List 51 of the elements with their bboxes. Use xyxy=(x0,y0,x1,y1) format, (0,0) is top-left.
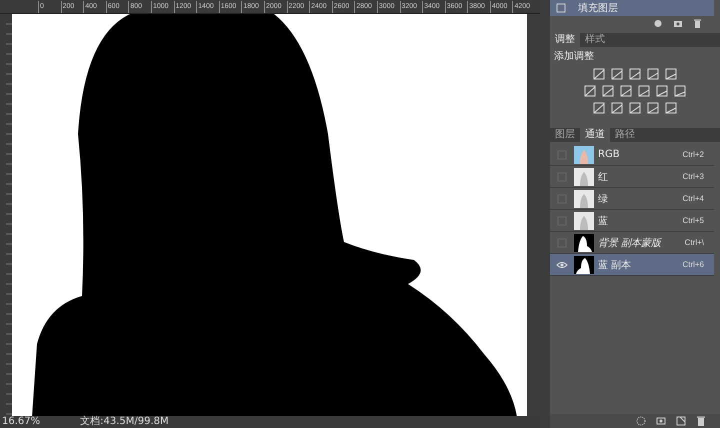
keyboard-shortcut: Ctrl+3 xyxy=(682,172,705,181)
adjustment-icon[interactable] xyxy=(638,85,650,97)
layer-row[interactable]: 填充图层 xyxy=(550,0,714,16)
channel-name: 蓝 副本 xyxy=(598,258,632,272)
channel-row[interactable]: 绿 Ctrl+4 xyxy=(550,188,714,210)
keyboard-shortcut: Ctrl+5 xyxy=(682,216,705,225)
panel-tab[interactable]: 图层 xyxy=(550,128,580,142)
panel-tab[interactable]: 通道 xyxy=(580,128,610,142)
panel-tab[interactable]: 调整 xyxy=(550,33,580,47)
adjustment-icon[interactable] xyxy=(593,102,605,114)
adjustment-icon[interactable] xyxy=(611,102,623,114)
channel-row[interactable]: 背景 副本蒙版 Ctrl+\ xyxy=(550,232,714,254)
eye-icon[interactable] xyxy=(556,260,568,270)
dotted-circle-icon[interactable] xyxy=(636,416,646,426)
adjustment-icon[interactable] xyxy=(620,85,632,97)
adjustment-icon[interactable] xyxy=(665,68,677,80)
keyboard-shortcut: Ctrl+\ xyxy=(684,238,705,247)
layer-thumbnail-icon xyxy=(556,3,566,13)
channel-name: 绿 xyxy=(598,192,609,206)
keyboard-shortcut: Ctrl+4 xyxy=(682,194,705,203)
channel-name: 背景 副本蒙版 xyxy=(598,236,663,250)
adjustment-icon[interactable] xyxy=(647,102,659,114)
channel-name: 蓝 xyxy=(598,214,609,228)
channel-name: 红 xyxy=(598,170,609,184)
panel-tab[interactable]: 样式 xyxy=(580,33,610,47)
adjustment-icon[interactable] xyxy=(593,68,605,80)
channel-row[interactable]: 蓝 副本 Ctrl+6 xyxy=(550,254,714,276)
trash-icon[interactable] xyxy=(696,416,706,426)
adjustment-icon[interactable] xyxy=(629,68,641,80)
document-size: 文档:43.5M/99.8M xyxy=(80,416,169,428)
adjustment-icon[interactable] xyxy=(629,102,641,114)
channel-row[interactable]: RGB Ctrl+2 xyxy=(550,144,714,166)
adjustment-icon[interactable] xyxy=(674,85,686,97)
panel-tab[interactable]: 路径 xyxy=(610,128,640,142)
channel-row[interactable]: 蓝 Ctrl+5 xyxy=(550,210,714,232)
adjustment-icon[interactable] xyxy=(665,102,677,114)
save-selection-icon[interactable] xyxy=(656,416,666,426)
adjustment-icon[interactable] xyxy=(611,68,623,80)
channel-row[interactable]: 红 Ctrl+3 xyxy=(550,166,714,188)
camera-icon[interactable] xyxy=(673,18,683,28)
adjustment-icon[interactable] xyxy=(584,85,596,97)
channel-name: RGB xyxy=(598,149,621,160)
trash-icon[interactable] xyxy=(693,18,702,28)
keyboard-shortcut: Ctrl+2 xyxy=(682,150,705,159)
panel-heading: 添加调整 xyxy=(553,50,595,63)
adjustment-icon[interactable] xyxy=(656,85,668,97)
adjustment-icon[interactable] xyxy=(647,68,659,80)
keyboard-shortcut: Ctrl+6 xyxy=(682,260,705,269)
zoom-level: 16.67% xyxy=(2,416,40,428)
adjustment-icon[interactable] xyxy=(602,85,614,97)
layer-name: 填充图层 xyxy=(578,2,618,15)
